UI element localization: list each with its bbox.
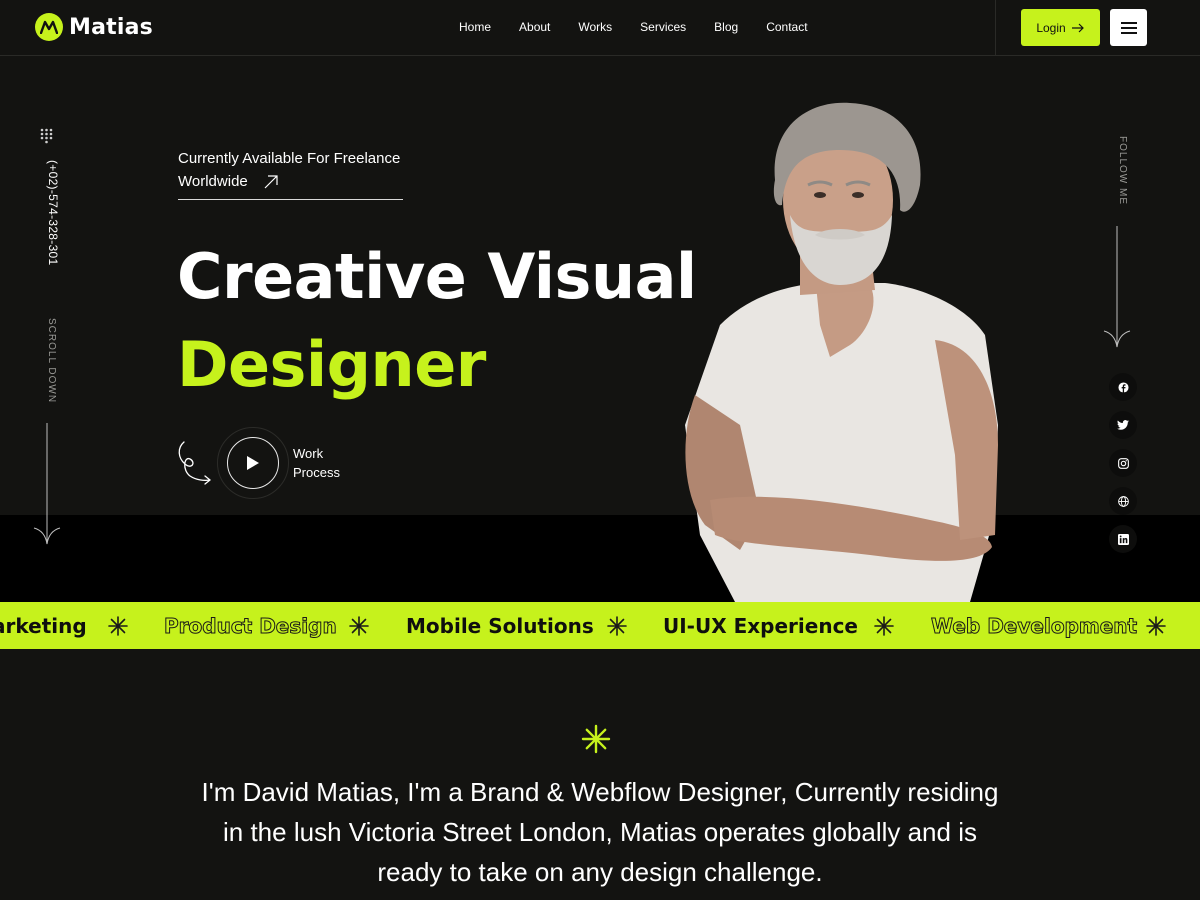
main-nav: Home About Works Services Blog Contact [459,20,836,34]
play-button-ring [217,427,289,499]
arrow-down-icon [1103,226,1131,348]
nav-contact[interactable]: Contact [766,20,807,34]
availability-text[interactable]: Currently Available For Freelance Worldw… [178,147,400,193]
twitter-icon[interactable] [1109,411,1137,439]
arrow-down-icon [33,423,61,545]
asterisk-icon [1146,616,1166,636]
availability-line2: Worldwide [178,173,248,190]
work-process-label[interactable]: Work Process [293,444,340,482]
social-links [1109,373,1137,553]
logo-text: Matias [69,14,153,40]
instagram-icon[interactable] [1109,449,1137,477]
hero-bottom-band [0,515,1200,602]
about-line1: I'm David Matias, I'm a Brand & Webflow … [201,777,999,807]
arrow-up-right-icon [264,174,278,188]
services-marquee: arketing Product Design Mobile Solutions… [0,602,1200,649]
play-button[interactable] [227,437,279,489]
play-icon [247,456,259,470]
logo-mark-icon [35,13,63,41]
work-process-line2: Process [293,465,340,480]
hamburger-icon [1120,21,1137,34]
asterisk-icon [108,616,128,636]
marquee-item-marketing: arketing [0,614,87,638]
follow-me-label: FOLLOW ME [1117,136,1128,206]
globe-icon[interactable] [1109,487,1137,515]
asterisk-icon [874,616,894,636]
login-button[interactable]: Login [1021,9,1100,46]
about-intro: I'm David Matias, I'm a Brand & Webflow … [150,772,1050,892]
marquee-item-product-design: Product Design [164,614,338,639]
nav-about[interactable]: About [519,20,550,34]
hero-title-line1: Creative Visual [177,240,697,313]
nav-works[interactable]: Works [578,20,612,34]
marquee-item-mobile-solutions: Mobile Solutions [406,614,594,638]
phone-number[interactable]: (+02)-574-328-301 [46,160,60,266]
hero-portrait [685,102,998,602]
asterisk-icon [349,616,369,636]
availability-underline [178,199,403,200]
header-divider [995,0,996,56]
marquee-item-ui-ux: UI-UX Experience [663,614,858,638]
arrow-right-icon [1071,23,1084,32]
site-header: Matias Home About Works Services Blog Co… [0,0,1200,56]
nav-blog[interactable]: Blog [714,20,738,34]
facebook-icon[interactable] [1109,373,1137,401]
scroll-down-label[interactable]: SCROLL DOWN [46,318,57,403]
availability-line1: Currently Available For Freelance [178,150,401,167]
work-process-line1: Work [293,446,324,461]
about-line2: in the lush Victoria Street London, Mati… [223,817,977,847]
marquee-item-web-development: Web Development [930,614,1138,639]
squiggle-arrow-icon [178,441,211,485]
login-label: Login [1036,20,1066,35]
linkedin-icon[interactable] [1109,525,1137,553]
nav-services[interactable]: Services [640,20,686,34]
logo[interactable]: Matias [35,13,153,41]
menu-button[interactable] [1110,9,1147,46]
asterisk-icon [581,724,611,754]
dialpad-icon [40,128,53,144]
about-line3: ready to take on any design challenge. [377,857,823,887]
hero-title-line2: Designer [177,328,486,401]
asterisk-icon [607,616,627,636]
nav-home[interactable]: Home [459,20,491,34]
